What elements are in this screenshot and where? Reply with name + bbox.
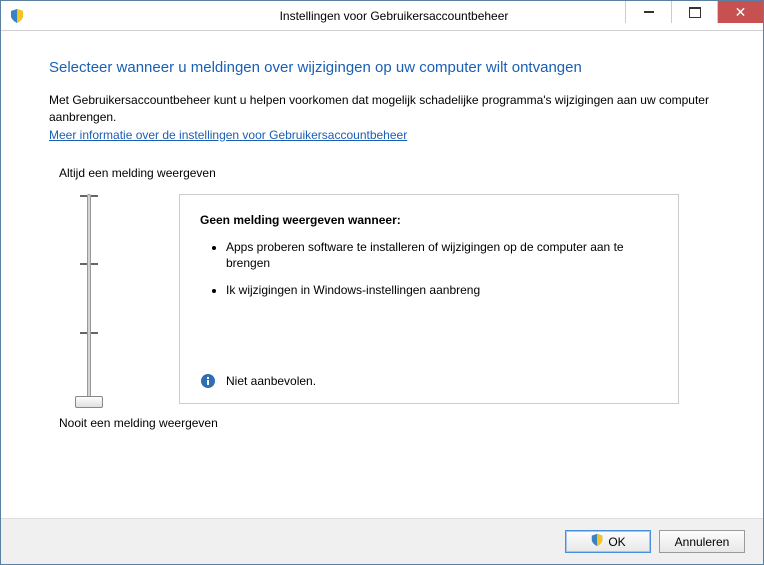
close-button[interactable]: ✕: [717, 1, 763, 23]
uac-settings-window: Instellingen voor Gebruikersaccountbehee…: [0, 0, 764, 565]
level-description-box: Geen melding weergeven wanneer: Apps pro…: [179, 194, 679, 404]
list-item: Ik wijzigingen in Windows-instellingen a…: [226, 282, 658, 299]
list-item: Apps proberen software te installeren of…: [226, 239, 658, 273]
slider-tick: [80, 332, 87, 334]
titlebar: Instellingen voor Gebruikersaccountbehee…: [1, 1, 763, 31]
shield-icon: [590, 533, 604, 550]
slider-label-never: Nooit een melding weergeven: [59, 416, 715, 430]
level-bullet-list: Apps proberen software te installeren of…: [200, 239, 658, 309]
info-icon: [200, 373, 216, 389]
cancel-button[interactable]: Annuleren: [659, 530, 745, 553]
slider-thumb[interactable]: [75, 396, 103, 408]
page-heading: Selecteer wanneer u meldingen over wijzi…: [49, 59, 715, 76]
slider-tick: [91, 332, 98, 334]
description-text: Met Gebruikersaccountbeheer kunt u helpe…: [49, 92, 715, 126]
slider-tick: [80, 195, 87, 197]
cancel-button-label: Annuleren: [675, 535, 730, 549]
more-info-link[interactable]: Meer informatie over de instellingen voo…: [49, 128, 407, 142]
ok-button[interactable]: OK: [565, 530, 651, 553]
shield-icon: [9, 8, 25, 24]
slider-tick: [80, 263, 87, 265]
maximize-button[interactable]: [671, 1, 717, 23]
slider-area: Altijd een melding weergeven: [49, 166, 715, 430]
recommendation-text: Niet aanbevolen.: [226, 374, 316, 388]
ok-button-label: OK: [608, 535, 625, 549]
slider-track: [87, 194, 91, 404]
minimize-button[interactable]: [625, 1, 671, 23]
button-bar: OK Annuleren: [1, 518, 763, 564]
notification-slider[interactable]: [49, 194, 129, 404]
recommendation-row: Niet aanbevolen.: [200, 353, 658, 389]
slider-label-always: Altijd een melding weergeven: [59, 166, 715, 180]
content-area: Selecteer wanneer u meldingen over wijzi…: [1, 31, 763, 518]
level-title: Geen melding weergeven wanneer:: [200, 213, 658, 227]
window-controls: ✕: [625, 1, 763, 23]
slider-tick: [91, 263, 98, 265]
slider-tick: [91, 195, 98, 197]
